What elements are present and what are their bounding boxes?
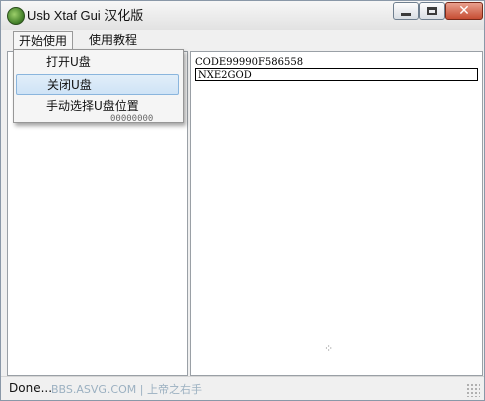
loading-cursor-icon: ⁘ [324, 342, 334, 355]
close-icon: ✕ [458, 3, 470, 19]
selected-line[interactable]: NXE2GOD [195, 68, 478, 81]
menu-start-use[interactable]: 开始使用 [13, 31, 74, 50]
minimize-button[interactable] [393, 2, 419, 20]
menu-tutorial[interactable]: 使用教程 [84, 31, 142, 50]
menu-item-open-usb[interactable]: 打开U盘 [16, 52, 179, 73]
window-title: Usb Xtaf Gui 汉化版 [27, 8, 144, 23]
hidden-left-pane-value: 00000000 [110, 114, 154, 124]
menu-item-close-usb[interactable]: 关闭U盘 [16, 74, 179, 95]
app-window: Usb Xtaf Gui 汉化版 ✕ 开始使用 使用教程 CODE99990F5… [0, 0, 485, 401]
watermark: BBS.ASVG.COM | 上帝之右手 [51, 383, 202, 396]
right-pane[interactable]: CODE99990F586558 NXE2GOD ⁘ [190, 51, 483, 376]
start-use-dropdown: 打开U盘 关闭U盘 手动选择U盘位置 00000000 [13, 49, 184, 124]
title-bar[interactable]: Usb Xtaf Gui 汉化版 ✕ [1, 1, 484, 31]
close-button[interactable]: ✕ [445, 2, 483, 20]
maximize-icon [427, 7, 437, 15]
minimize-icon [401, 13, 411, 16]
status-bar: Done... BBS.ASVG.COM | 上帝之右手 [1, 376, 484, 400]
menu-item-select-usb-location[interactable]: 手动选择U盘位置 [16, 96, 179, 117]
app-icon [7, 7, 25, 25]
maximize-button[interactable] [419, 2, 445, 20]
status-text: Done... [9, 381, 53, 395]
menu-bar: 开始使用 使用教程 [1, 30, 484, 51]
resize-grip-icon[interactable] [466, 383, 480, 397]
